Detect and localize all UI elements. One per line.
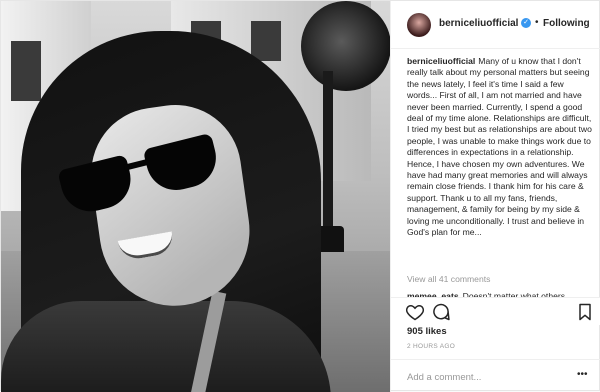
add-comment-input[interactable] <box>405 369 579 385</box>
photo-shoulder <box>1 301 331 392</box>
header-username[interactable]: berniceliuofficial <box>439 18 518 29</box>
verified-icon: ✓ <box>521 18 531 28</box>
header-separator: • <box>535 17 539 28</box>
post-timestamp[interactable]: 2 HOURS AGO <box>407 343 455 350</box>
caption-text: Many of u know that I don't really talk … <box>407 56 592 238</box>
instagram-post: berniceliuofficial ✓ • Following bernice… <box>0 0 600 392</box>
post-actions-bar <box>391 297 600 325</box>
comment-icon[interactable] <box>431 302 451 322</box>
avatar[interactable] <box>407 13 431 37</box>
post-caption: berniceliuofficial Many of u know that I … <box>407 56 593 239</box>
bookmark-icon[interactable] <box>575 302 595 322</box>
post-side-panel: berniceliuofficial ✓ • Following bernice… <box>390 1 600 392</box>
photo-lamp-post <box>323 71 333 251</box>
post-header: berniceliuofficial ✓ • Following <box>391 1 600 49</box>
following-button[interactable]: Following <box>543 18 590 29</box>
post-photo[interactable] <box>1 1 390 392</box>
caption-username[interactable]: berniceliuofficial <box>407 56 475 66</box>
likes-count[interactable]: 905 likes <box>407 326 447 337</box>
view-all-comments-link[interactable]: View all 41 comments <box>407 274 490 284</box>
photo-hanging-planter <box>301 1 390 91</box>
more-icon[interactable]: ••• <box>577 369 588 380</box>
heart-icon[interactable] <box>405 302 425 322</box>
add-comment-bar: ••• <box>391 359 600 392</box>
